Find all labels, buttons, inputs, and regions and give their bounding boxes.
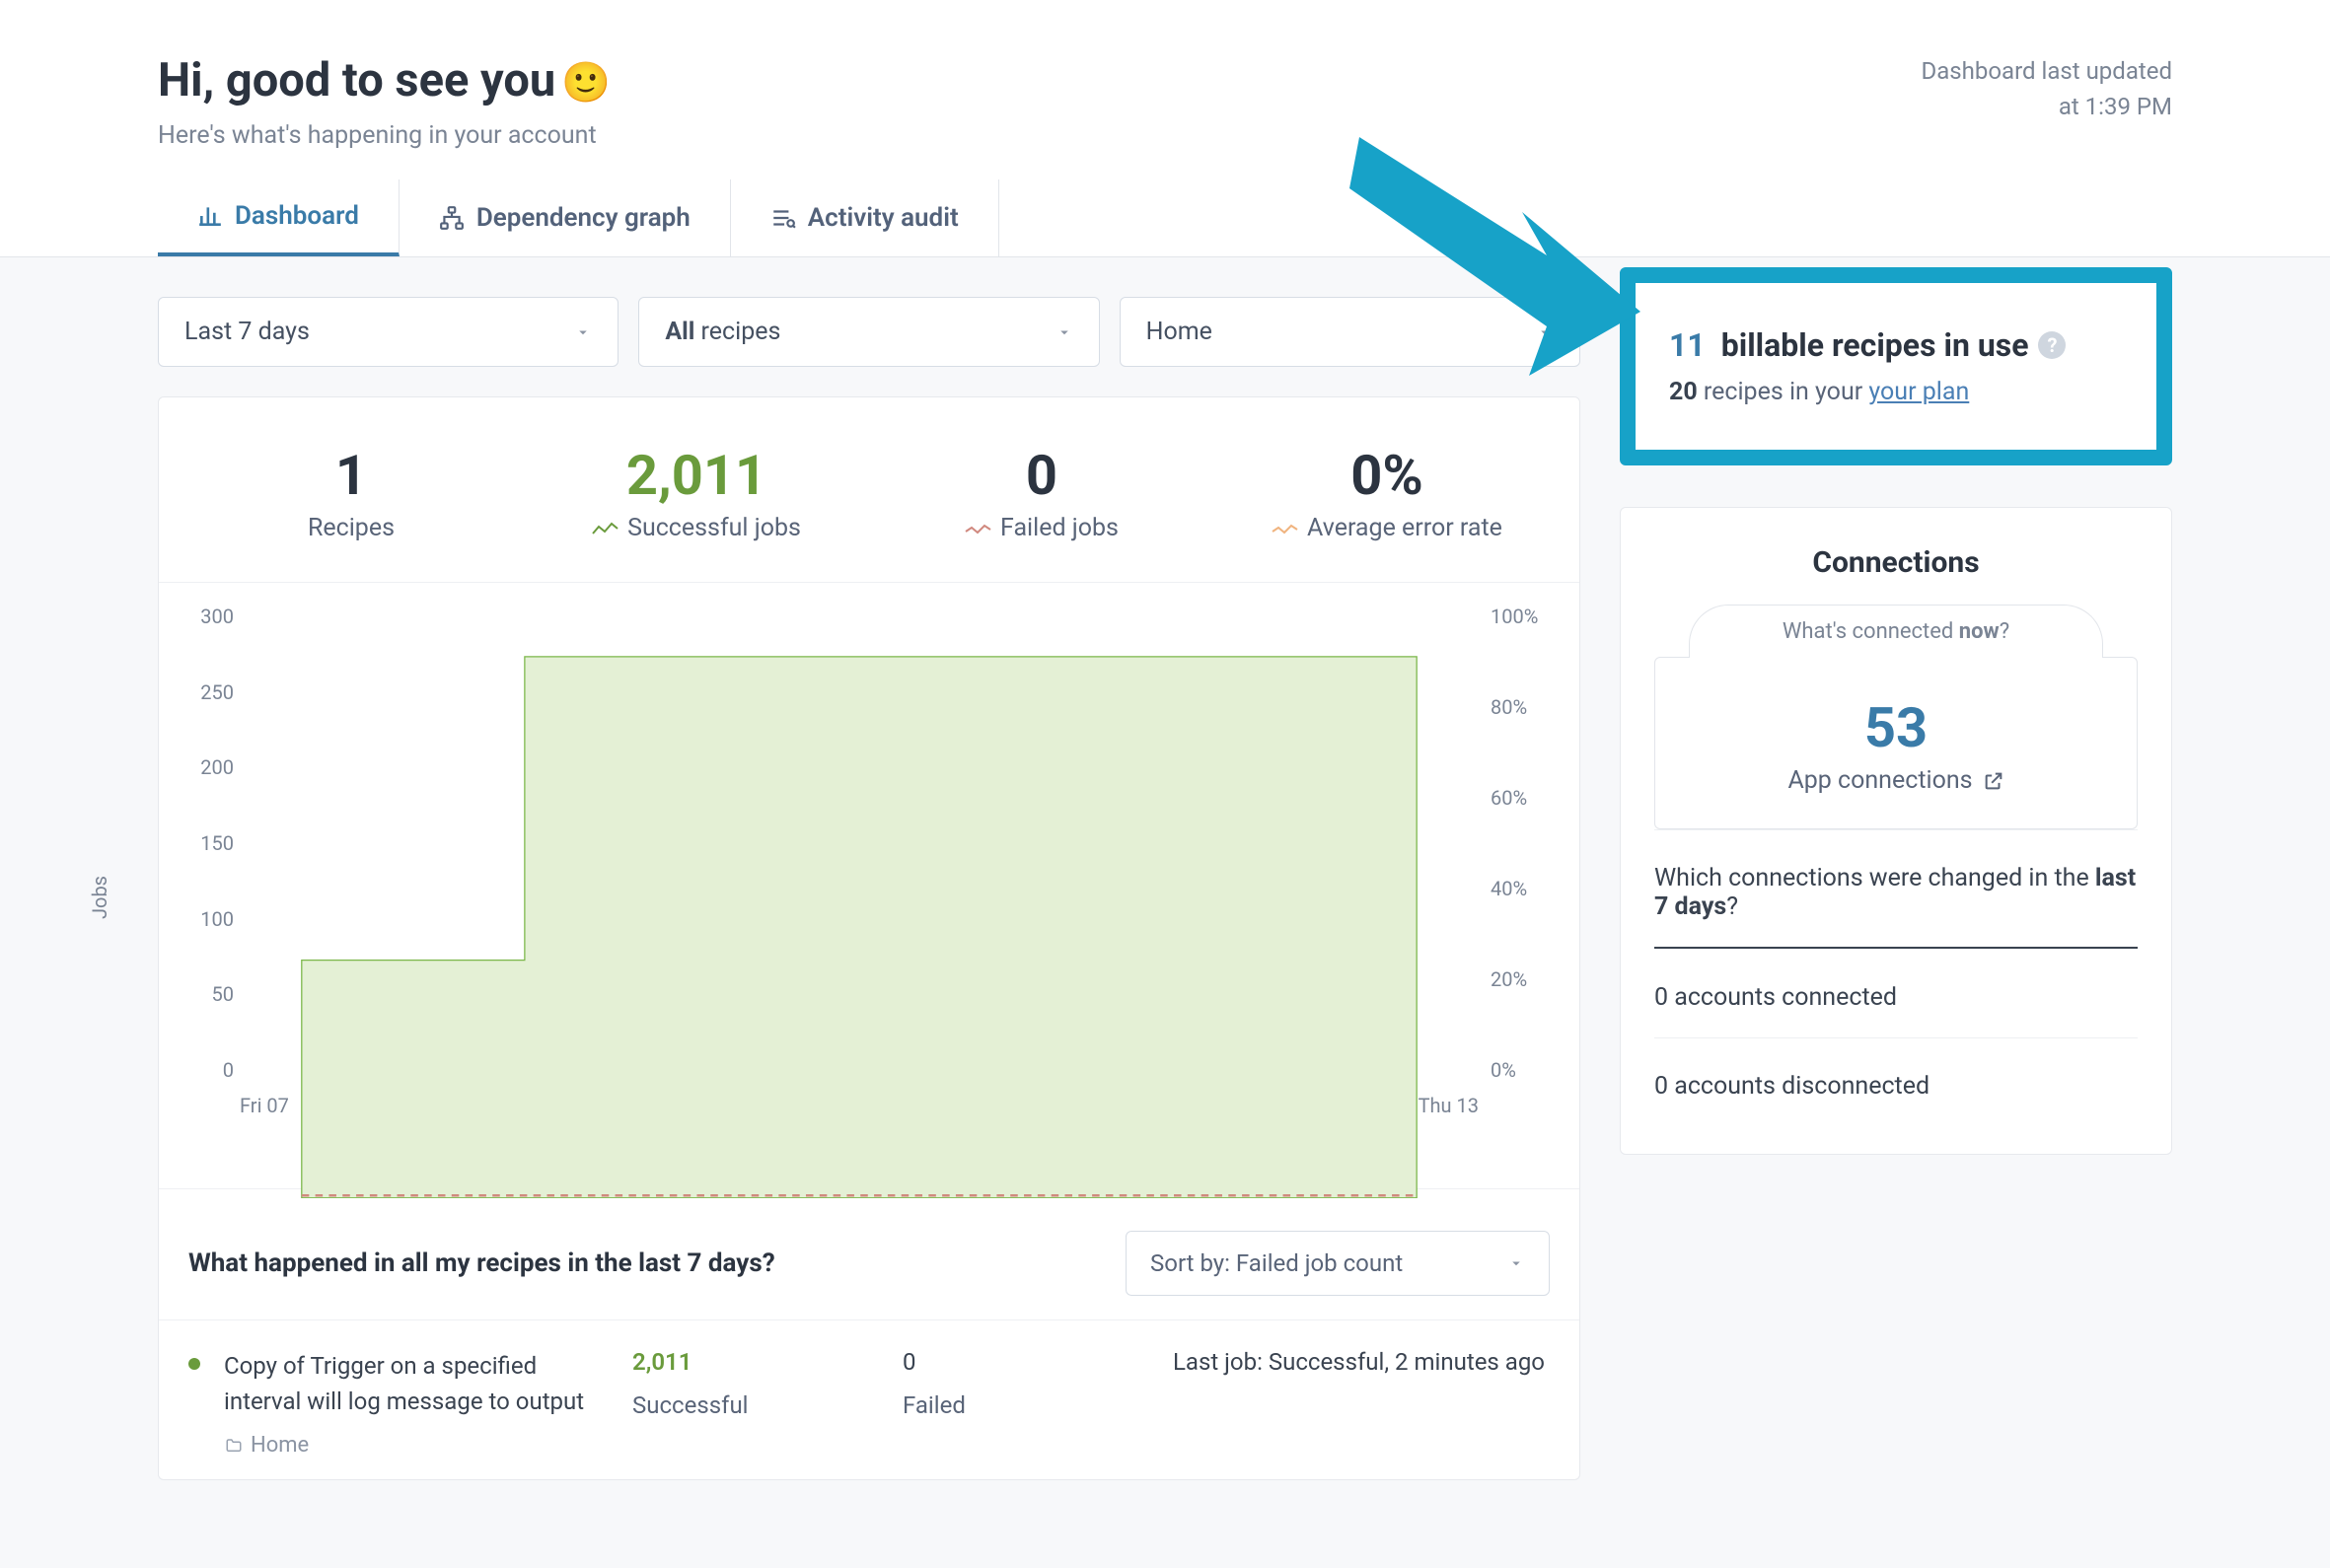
your-plan-link[interactable]: your plan <box>1868 378 1969 406</box>
greeting-subtitle: Here's what's happening in your account <box>158 121 611 150</box>
stat-error-rate: 0% Average error rate <box>1214 443 1560 542</box>
y-axis-left-label: Jobs <box>88 876 111 919</box>
status-dot <box>188 1358 200 1370</box>
y-axis-right: 100% 80% 60% 40% 20% 0% <box>1491 628 1550 1082</box>
app-connections-link[interactable]: App connections <box>1787 766 2003 795</box>
recipe-row[interactable]: Copy of Trigger on a specified interval … <box>159 1319 1579 1479</box>
recipe-activity-heading: What happened in all my recipes in the l… <box>188 1248 775 1278</box>
billable-card: 11billable recipes in use ? 20 recipes i… <box>1636 283 2156 450</box>
greeting-block: Hi, good to see you🙂 Here's what's happe… <box>158 53 611 150</box>
smile-emoji: 🙂 <box>561 59 611 106</box>
sort-select[interactable]: Sort by: Failed job count <box>1126 1231 1550 1296</box>
audit-icon <box>770 205 796 231</box>
tab-dashboard[interactable]: Dashboard <box>158 179 400 256</box>
last-updated: Dashboard last updated at 1:39 PM <box>1921 53 2172 124</box>
help-icon[interactable]: ? <box>2038 331 2066 359</box>
recipe-failed-count: 0 <box>903 1348 1149 1376</box>
stat-recipes: 1 Recipes <box>179 443 524 542</box>
greeting-title: Hi, good to see you🙂 <box>158 53 611 107</box>
bar-chart-icon <box>197 203 223 229</box>
stat-failed-jobs: 0 Failed jobs <box>869 443 1214 542</box>
period-select[interactable]: Last 7 days <box>158 297 619 367</box>
recipe-folder: Home <box>224 1429 609 1461</box>
recipe-name: Copy of Trigger on a specified interval … <box>224 1348 609 1419</box>
stats-panel: 1 Recipes 2,011 Successful jobs 0 Failed… <box>158 396 1580 1480</box>
external-link-icon <box>1983 770 2004 792</box>
recipe-last-job: Last job: Successful, 2 minutes ago <box>1173 1348 1545 1461</box>
sparkline-flat-icon <box>965 522 992 535</box>
folder-icon <box>224 1437 244 1455</box>
tab-dependency-graph[interactable]: Dependency graph <box>400 179 731 256</box>
chevron-down-icon <box>1056 323 1073 341</box>
y-axis-left: 300 250 200 150 100 50 0 <box>181 628 234 1082</box>
page-header: Hi, good to see you🙂 Here's what's happe… <box>0 0 2330 179</box>
accounts-disconnected[interactable]: 0 accounts disconnected <box>1654 1037 2138 1126</box>
chevron-down-icon <box>1507 1254 1525 1272</box>
chevron-down-icon <box>574 323 592 341</box>
connections-changed-question[interactable]: Which connections were changed in the la… <box>1654 829 2138 949</box>
chevron-down-icon <box>1536 323 1554 341</box>
graph-icon <box>439 205 465 231</box>
jobs-chart: Jobs Error rate 300 250 200 150 100 50 0 <box>159 582 1579 1188</box>
recipes-select[interactable]: All recipes <box>638 297 1099 367</box>
sparkline-up-icon <box>592 522 619 535</box>
chart-plot <box>240 628 1479 1198</box>
stat-successful-jobs: 2,011 Successful jobs <box>524 443 869 542</box>
tab-activity-audit[interactable]: Activity audit <box>731 179 999 256</box>
app-connections-count: 53 <box>1675 695 2117 760</box>
accounts-connected[interactable]: 0 accounts connected <box>1654 949 2138 1037</box>
filter-bar: Last 7 days All recipes Home <box>158 297 1580 367</box>
sparkline-icon <box>1272 522 1299 535</box>
billable-highlight: 11billable recipes in use ? 20 recipes i… <box>1620 267 2172 465</box>
connections-now-tab[interactable]: What's connected now? <box>1689 605 2103 658</box>
recipe-successful-count: 2,011 <box>632 1348 879 1376</box>
connections-title: Connections <box>1654 545 2138 580</box>
nav-tabs: Dashboard Dependency graph Activity audi… <box>0 179 2330 257</box>
folder-select[interactable]: Home <box>1120 297 1580 367</box>
connections-card: Connections What's connected now? 53 App… <box>1620 507 2172 1155</box>
